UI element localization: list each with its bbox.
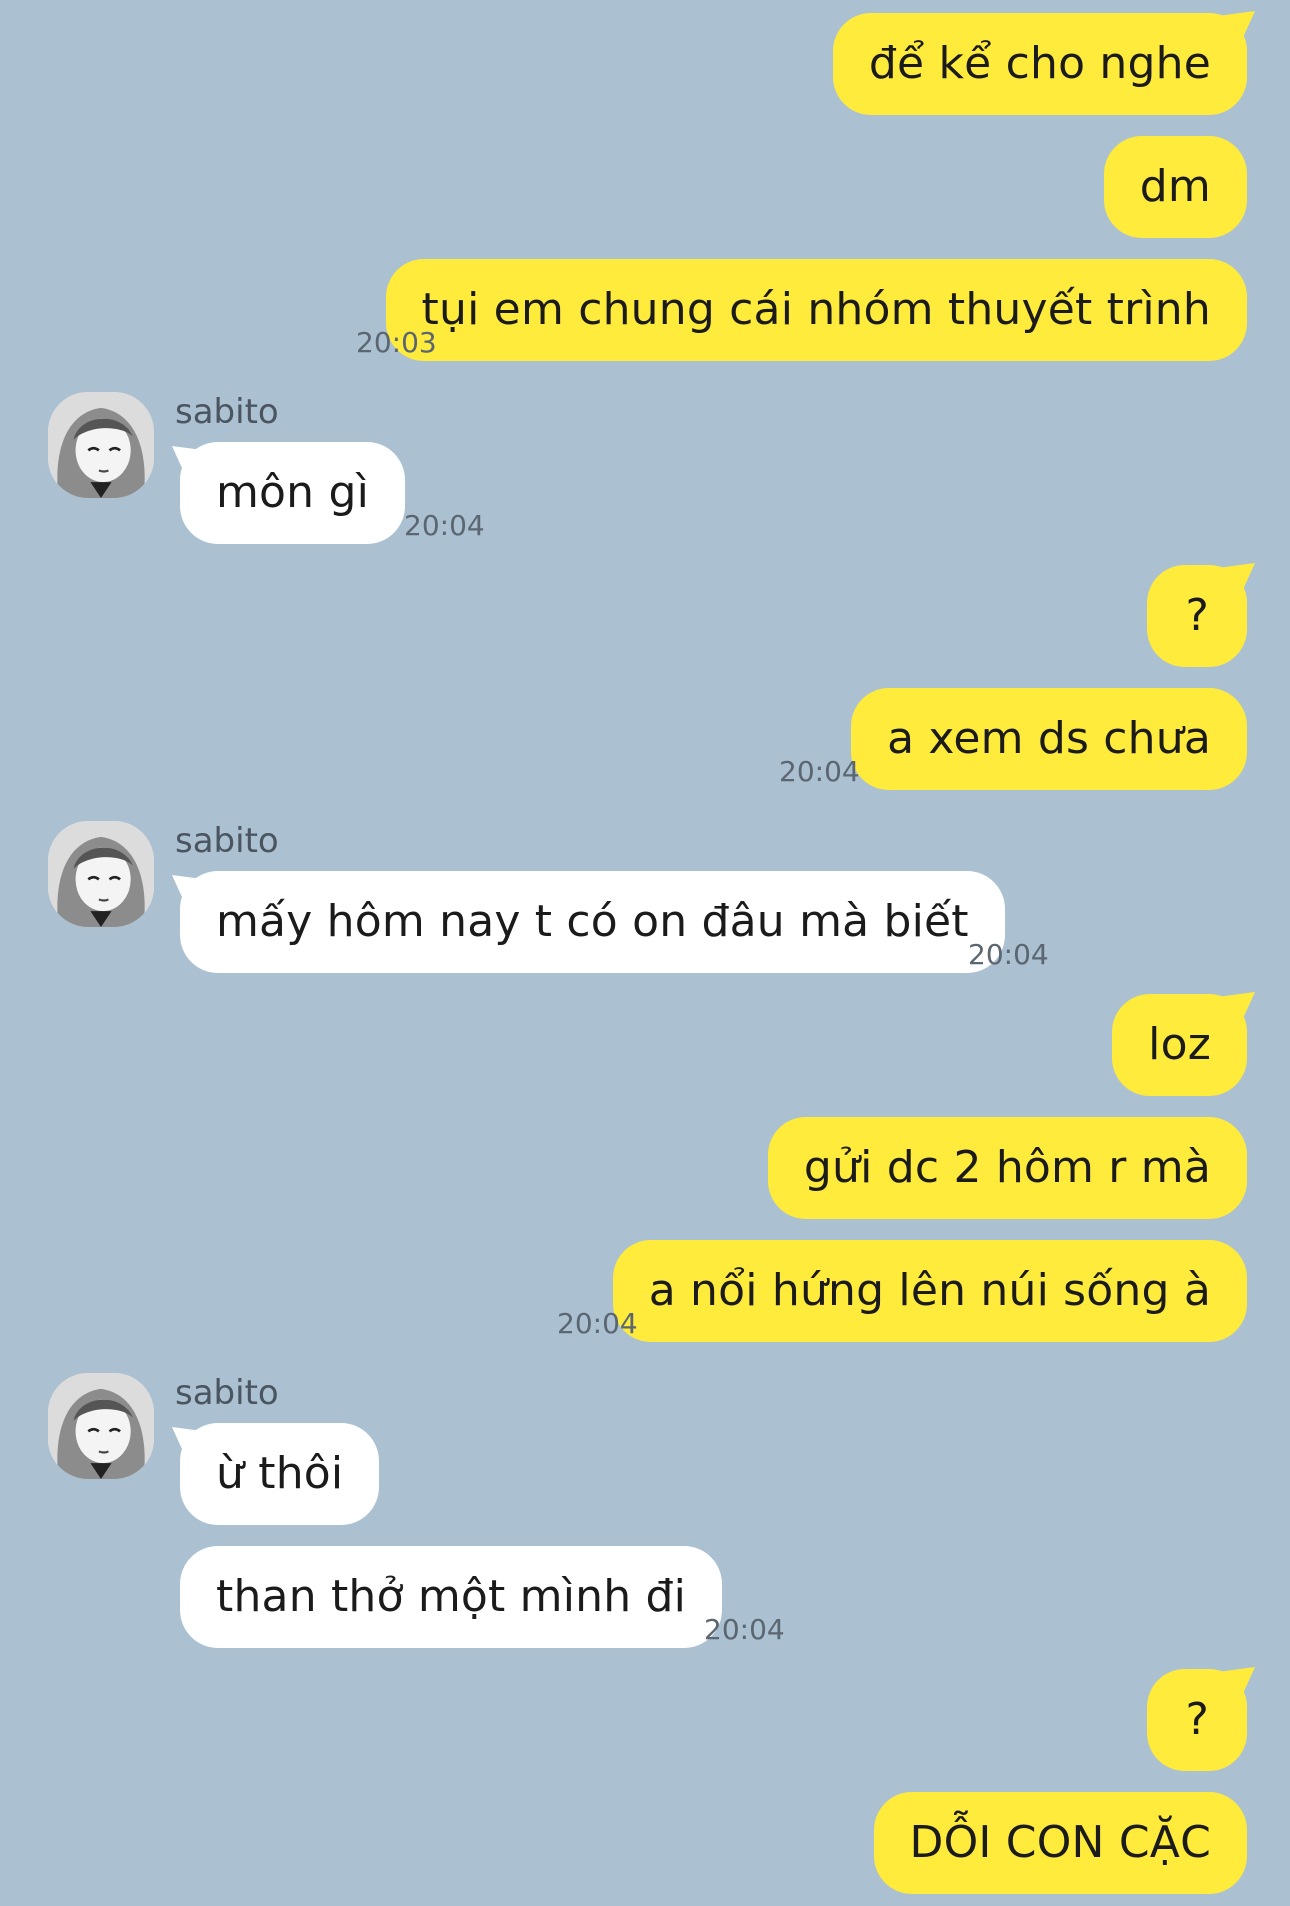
outgoing-message[interactable]: dm	[1103, 136, 1247, 238]
sender-name: sabito	[175, 1373, 279, 1413]
message-text: ?	[1185, 1694, 1209, 1745]
message-timestamp: 20:04	[404, 509, 485, 542]
outgoing-message[interactable]: ?	[1147, 1669, 1247, 1771]
contact-avatar[interactable]	[48, 392, 154, 498]
message-text: tụi em chung cái nhóm thuyết trình	[421, 284, 1211, 335]
message-timestamp: 20:04	[557, 1307, 638, 1340]
message-text: dm	[1139, 161, 1211, 212]
contact-avatar[interactable]	[48, 1373, 154, 1479]
sender-name: sabito	[175, 392, 279, 432]
message-text: mấy hôm nay t có on đâu mà biết	[216, 896, 969, 947]
message-text: môn gì	[216, 467, 370, 518]
outgoing-message[interactable]: để kể cho nghe	[832, 13, 1247, 115]
message-text: a nổi hứng lên núi sống à	[648, 1265, 1211, 1316]
message-timestamp: 20:04	[779, 755, 860, 788]
anime-girl-avatar-icon	[48, 1373, 154, 1479]
incoming-message[interactable]: mấy hôm nay t có on đâu mà biết	[180, 871, 1005, 973]
outgoing-message[interactable]: tụi em chung cái nhóm thuyết trình	[385, 259, 1247, 361]
outgoing-message[interactable]: a nổi hứng lên núi sống à	[612, 1240, 1247, 1342]
incoming-message[interactable]: môn gì	[180, 442, 406, 544]
message-text: than thở một mình đi	[216, 1571, 687, 1622]
message-text: ?	[1185, 590, 1209, 641]
outgoing-message[interactable]: loz	[1112, 994, 1247, 1096]
outgoing-message[interactable]: DỖI CON CẶC	[873, 1792, 1247, 1894]
outgoing-message[interactable]: a xem ds chưa	[851, 688, 1247, 790]
sender-name: sabito	[175, 821, 279, 861]
message-text: DỖI CON CẶC	[909, 1817, 1211, 1868]
chat-view[interactable]: để kể cho nghe dm tụi em chung cái nhóm …	[0, 0, 1290, 1906]
message-text: để kể cho nghe	[868, 38, 1211, 89]
message-timestamp: 20:03	[356, 326, 437, 359]
incoming-message[interactable]: ừ thôi	[180, 1423, 380, 1525]
message-timestamp: 20:04	[704, 1613, 785, 1646]
message-text: gửi dc 2 hôm r mà	[803, 1142, 1211, 1193]
incoming-message[interactable]: than thở một mình đi	[180, 1546, 723, 1648]
contact-avatar[interactable]	[48, 821, 154, 927]
message-text: loz	[1148, 1019, 1211, 1070]
message-text: ừ thôi	[216, 1448, 344, 1499]
anime-girl-avatar-icon	[48, 821, 154, 927]
anime-girl-avatar-icon	[48, 392, 154, 498]
message-timestamp: 20:04	[968, 938, 1049, 971]
outgoing-message[interactable]: gửi dc 2 hôm r mà	[767, 1117, 1247, 1219]
message-text: a xem ds chưa	[887, 713, 1211, 764]
outgoing-message[interactable]: ?	[1147, 565, 1247, 667]
